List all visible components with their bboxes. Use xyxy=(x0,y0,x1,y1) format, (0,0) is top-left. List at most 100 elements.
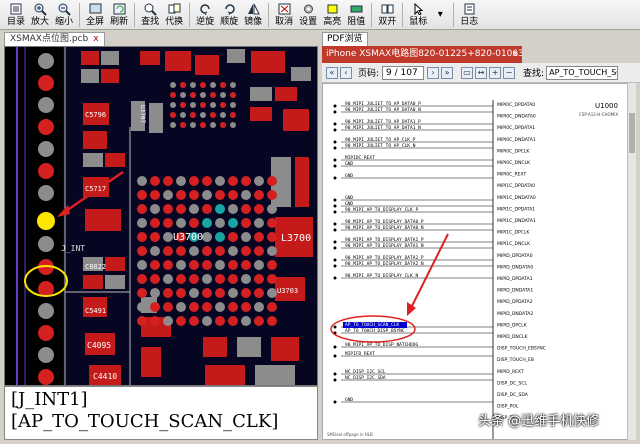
pin-label: MIPI0C_DNCLK xyxy=(497,160,531,166)
bga-ball xyxy=(215,288,225,298)
small-pad xyxy=(190,102,196,108)
net-connector xyxy=(333,158,337,162)
net-connector xyxy=(333,164,337,168)
c5796-label: C5796 xyxy=(85,111,106,119)
bga-ball xyxy=(189,190,199,200)
pin-label: MIPID_DNCLK xyxy=(497,334,528,340)
close-icon[interactable]: x xyxy=(513,46,518,63)
pdf-tab[interactable]: PDF浏览 xyxy=(322,32,368,46)
bga-ball xyxy=(176,316,186,326)
last-page-icon[interactable]: » xyxy=(441,66,454,79)
page-input[interactable]: 9 / 107 xyxy=(382,65,425,80)
rotate-cw-button[interactable]: 顺旋 xyxy=(217,1,241,29)
zoom-in-button[interactable]: 放大 xyxy=(28,1,52,29)
fit-width-icon[interactable]: ↔ xyxy=(475,66,488,79)
dual-open-button[interactable]: 双开 xyxy=(375,1,399,29)
bga-ball xyxy=(228,260,238,270)
mirror-button[interactable]: 镜像 xyxy=(241,1,265,29)
c5717-label: C5717 xyxy=(85,185,106,193)
selected-pad[interactable] xyxy=(37,212,55,230)
zoom-out-label: 缩小 xyxy=(55,16,74,27)
bga-ball xyxy=(254,288,264,298)
bga-ball xyxy=(163,232,173,242)
mirror-label: 镜像 xyxy=(244,16,263,27)
pcb-tab[interactable]: XSMAX点位图.pcb x xyxy=(4,32,105,46)
small-pad xyxy=(220,82,226,88)
bga-ball xyxy=(228,302,238,312)
prev-page-icon[interactable]: ‹ xyxy=(340,66,352,79)
pin-label: MIPID_DNDATA2 xyxy=(497,311,533,317)
close-icon[interactable]: x xyxy=(93,34,98,44)
log-button[interactable]: 日志 xyxy=(457,1,481,29)
bga-ball xyxy=(137,176,147,186)
net-connector xyxy=(333,104,337,108)
small-pad xyxy=(200,92,206,98)
bga-ball xyxy=(228,232,238,242)
cancel-button[interactable]: 取消 xyxy=(272,1,296,29)
pin-label: DISP_TOUCH_EBSYNC xyxy=(497,346,546,352)
pcb-canvas[interactable]: J_INT C5796 C5717 C8022 C5491 C4095 C441… xyxy=(5,47,318,386)
find-button[interactable]: 查找 xyxy=(138,1,162,29)
zoom-out-button[interactable]: 缩小 xyxy=(52,1,76,29)
next-page-icon[interactable]: › xyxy=(427,66,440,79)
resistance-button[interactable]: 阻值 xyxy=(344,1,368,29)
bga-ball xyxy=(228,176,238,186)
pin-label: MIPI1C_DPDATA1 xyxy=(497,206,535,212)
bga-chip-u3700[interactable] xyxy=(137,176,277,326)
small-pad xyxy=(190,92,196,98)
search-input[interactable]: AP_TO_TOUCH_SCAN xyxy=(546,65,619,80)
bga-ball xyxy=(267,316,277,326)
net-label: 90_MIPI_JULIET_TO_AP_DATA1_P xyxy=(345,119,421,125)
pcb-view[interactable]: J_INT C5796 C5717 C8022 C5491 C4095 C441… xyxy=(4,46,318,386)
net-connector xyxy=(333,204,337,208)
net-connector xyxy=(333,246,337,250)
fit-page-icon[interactable]: ▭ xyxy=(461,66,474,79)
net-label: 90_MIPI_AP_TO_DISPLAY_CLK_P xyxy=(345,207,418,213)
settings-button[interactable]: 设置 xyxy=(296,1,320,29)
bga-ball xyxy=(150,302,160,312)
bga-ball xyxy=(189,176,199,186)
bga-ball xyxy=(163,190,173,200)
mouse-button[interactable]: 鼠标 xyxy=(406,1,430,29)
arrow-head xyxy=(407,302,416,316)
bga-ball xyxy=(215,316,225,326)
replace-button[interactable]: 代换 xyxy=(162,1,186,29)
bga-ball xyxy=(215,218,225,228)
net-label: NC_DISP_I2C_SDA xyxy=(345,375,386,381)
small-pad xyxy=(180,92,186,98)
small-pad xyxy=(200,122,206,128)
zoom-out-icon[interactable]: − xyxy=(503,66,516,79)
pdf-tab-label: PDF浏览 xyxy=(327,34,363,44)
scrollbar-thumb[interactable] xyxy=(629,113,635,153)
refresh-icon xyxy=(112,3,126,16)
pdf-scrollbar[interactable] xyxy=(627,83,636,440)
bga-ball xyxy=(215,302,225,312)
fullscreen-button[interactable]: 全屏 xyxy=(83,1,107,29)
bga-ball xyxy=(150,274,160,284)
small-pad xyxy=(220,102,226,108)
bga-ball xyxy=(137,190,147,200)
net-connector xyxy=(333,378,337,382)
bga-ball xyxy=(176,176,186,186)
zoom-in-icon[interactable]: + xyxy=(489,66,502,79)
highlight-button[interactable]: 高亮 xyxy=(320,1,344,29)
bga-ball xyxy=(137,218,147,228)
mouse-dropdown[interactable]: ▾ xyxy=(430,1,450,29)
u3703-label: U3703 xyxy=(277,287,298,295)
toolbar-divider xyxy=(268,2,270,27)
small-pad xyxy=(190,82,196,88)
small-pad xyxy=(200,102,206,108)
bga-ball xyxy=(202,288,212,298)
net-connector xyxy=(333,122,337,126)
main-toolbar: 目录 放大 缩小 全屏 刷新 查找 代换 逆旋 顺旋 镜像 取消 设置 高亮 阻… xyxy=(0,0,640,30)
u3707-label: U3707 xyxy=(139,105,146,123)
bga-ball xyxy=(150,288,160,298)
first-page-icon[interactable]: « xyxy=(326,66,338,79)
c4095-label: C4095 xyxy=(87,341,111,350)
toc-button[interactable]: 目录 xyxy=(4,1,28,29)
small-pad xyxy=(170,112,176,118)
bga-ball xyxy=(176,204,186,214)
rotate-ccw-button[interactable]: 逆旋 xyxy=(193,1,217,29)
pdf-page[interactable]: U1000 CSP-A12-H-CHOMIX 90_MIPI_JULIET_TO… xyxy=(322,83,636,440)
refresh-button[interactable]: 刷新 xyxy=(107,1,131,29)
